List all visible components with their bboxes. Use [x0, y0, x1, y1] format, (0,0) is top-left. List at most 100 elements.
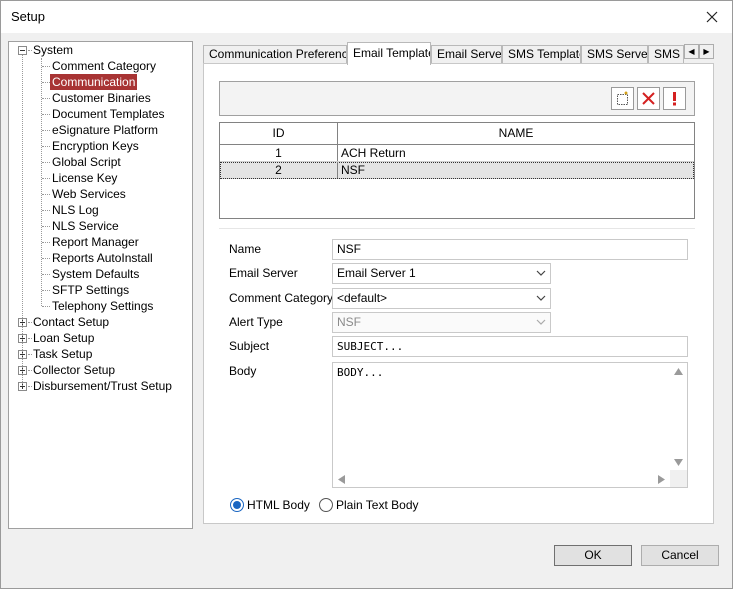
chevron-down-icon [536, 270, 546, 276]
plain-text-body-label: Plain Text Body [336, 498, 419, 512]
alert-type-label: Alert Type [229, 315, 283, 329]
comment-category-label: Comment Category [229, 291, 334, 305]
tree-label: Reports AutoInstall [52, 251, 153, 265]
tree-label: System [33, 43, 74, 57]
comment-category-select[interactable]: <default> [332, 288, 551, 309]
email-server-label: Email Server [229, 266, 298, 280]
tree-label: Report Manager [52, 235, 139, 249]
chevron-right-icon: ▶ [703, 47, 710, 56]
tree-node-system[interactable]: System [9, 42, 192, 58]
tree-item-system-defaults[interactable]: System Defaults [9, 266, 192, 282]
title-bar: Setup [1, 1, 732, 33]
scroll-down-icon [674, 459, 683, 466]
column-header-id[interactable]: ID [220, 123, 337, 144]
tab-sms-server[interactable]: SMS Server [581, 45, 648, 64]
delete-template-button[interactable] [637, 87, 660, 110]
form-divider [219, 228, 695, 229]
tab-sms-p[interactable]: SMS P [648, 45, 684, 64]
tree-label: Encryption Keys [52, 139, 139, 153]
chevron-down-icon [536, 295, 546, 301]
tree-label: System Defaults [52, 267, 140, 281]
tab-email-template[interactable]: Email Template [347, 42, 431, 65]
tab-email-server[interactable]: Email Server [431, 45, 502, 64]
close-button[interactable] [692, 1, 732, 33]
tree-label: Web Services [52, 187, 126, 201]
new-icon [617, 91, 628, 105]
tab-scroll-left-button[interactable]: ◀ [684, 44, 699, 59]
html-body-label: HTML Body [247, 498, 310, 512]
collapse-icon[interactable] [18, 46, 27, 55]
setup-tree: System Comment Category Communication Custo… [8, 41, 193, 529]
tree-item-telephony-settings[interactable]: Telephony Settings [9, 298, 192, 314]
tree-node-collector-setup[interactable]: Collector Setup [9, 362, 192, 378]
body-vertical-scrollbar[interactable] [670, 363, 687, 470]
row-name: NSF [341, 163, 365, 177]
tree-label: NLS Service [52, 219, 119, 233]
tree-item-encryption-keys[interactable]: Encryption Keys [9, 138, 192, 154]
ok-button[interactable]: OK [554, 545, 632, 566]
table-row[interactable]: 1 ACH Return [220, 145, 694, 162]
radio-unchecked-icon [319, 498, 333, 512]
tree-label: Customer Binaries [52, 91, 151, 105]
alert-icon [673, 92, 676, 106]
alert-button[interactable] [663, 87, 686, 110]
tree-item-license-key[interactable]: License Key [9, 170, 192, 186]
tab-communication-preferences[interactable]: Communication Preferences [203, 45, 347, 64]
subject-field[interactable]: SUBJECT... [332, 336, 688, 357]
new-template-button[interactable] [611, 87, 634, 110]
tree-item-reports-autoinstall[interactable]: Reports AutoInstall [9, 250, 192, 266]
tree-node-contact-setup[interactable]: Contact Setup [9, 314, 192, 330]
tree-label: Communication [50, 74, 138, 90]
row-id: 1 [275, 146, 282, 160]
tree-item-web-services[interactable]: Web Services [9, 186, 192, 202]
tree-item-esignature-platform[interactable]: eSignature Platform [9, 122, 192, 138]
tree-item-document-templates[interactable]: Document Templates [9, 106, 192, 122]
email-server-value: Email Server 1 [337, 266, 416, 280]
tree-item-customer-binaries[interactable]: Customer Binaries [9, 90, 192, 106]
name-field[interactable]: NSF [332, 239, 688, 260]
name-label: Name [229, 242, 262, 256]
column-header-name[interactable]: NAME [338, 123, 694, 144]
email-template-panel: ID NAME 1 ACH Return 2 NSF Name NSF Emai… [203, 63, 714, 524]
tab-strip: Communication Preferences Email Template… [203, 42, 714, 65]
tab-scroll-right-button[interactable]: ▶ [699, 44, 714, 59]
tree-item-nls-service[interactable]: NLS Service [9, 218, 192, 234]
tree-node-task-setup[interactable]: Task Setup [9, 346, 192, 362]
email-server-select[interactable]: Email Server 1 [332, 263, 551, 284]
tree-item-communication[interactable]: Communication [9, 74, 192, 90]
body-horizontal-scrollbar[interactable] [333, 470, 670, 487]
window-title: Setup [11, 9, 45, 24]
row-name: ACH Return [341, 146, 406, 160]
scroll-right-icon [658, 475, 665, 484]
template-toolbar [219, 81, 695, 116]
tree-item-report-manager[interactable]: Report Manager [9, 234, 192, 250]
tree-label: Global Script [52, 155, 121, 169]
tree-item-sftp-settings[interactable]: SFTP Settings [9, 282, 192, 298]
row-id: 2 [275, 163, 282, 177]
tree-item-nls-log[interactable]: NLS Log [9, 202, 192, 218]
alert-type-select[interactable]: NSF [332, 312, 551, 333]
scroll-corner [670, 470, 687, 487]
tree-label: Disbursement/Trust Setup [33, 379, 172, 393]
scroll-up-icon [674, 368, 683, 375]
tree-node-loan-setup[interactable]: Loan Setup [9, 330, 192, 346]
close-icon [706, 11, 718, 23]
tree-label: Collector Setup [33, 363, 116, 377]
table-row[interactable]: 2 NSF [220, 162, 694, 179]
grid-header: ID NAME [220, 123, 694, 145]
chevron-left-icon: ◀ [688, 47, 695, 56]
tree-label: NLS Log [52, 203, 99, 217]
tree-label: Document Templates [52, 107, 165, 121]
tree-item-comment-category[interactable]: Comment Category [9, 58, 192, 74]
cancel-button[interactable]: Cancel [641, 545, 719, 566]
tree-label: License Key [52, 171, 118, 185]
body-label: Body [229, 364, 257, 378]
tree-label: Comment Category [52, 59, 157, 73]
comment-category-value: <default> [337, 291, 388, 305]
tree-node-disbursement-trust-setup[interactable]: Disbursement/Trust Setup [9, 378, 192, 394]
tree-label: Task Setup [33, 347, 93, 361]
body-editor[interactable]: BODY... [332, 362, 688, 488]
tab-sms-template[interactable]: SMS Template [502, 45, 581, 64]
radio-checked-icon [230, 498, 244, 512]
tree-item-global-script[interactable]: Global Script [9, 154, 192, 170]
